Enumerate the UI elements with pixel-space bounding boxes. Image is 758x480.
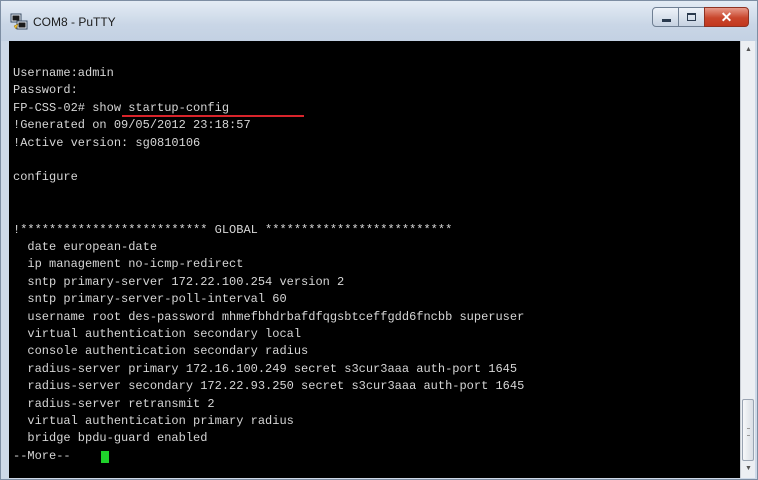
- terminal-output[interactable]: Username:admin Password: FP-CSS-02# show s…: [9, 41, 740, 478]
- minimize-button[interactable]: [652, 7, 679, 27]
- terminal-line: configure: [13, 170, 78, 185]
- window-title: COM8 - PuTTY: [33, 15, 116, 29]
- terminal-line: date european-date: [13, 240, 158, 254]
- terminal-line: radius-server secondary 172.22.93.250 se…: [13, 379, 525, 394]
- terminal-line: Username:admin: [13, 66, 114, 80]
- terminal-cursor: [101, 450, 109, 463]
- terminal-line: bridge bpdu-guard enabled: [13, 431, 208, 446]
- terminal-line: radius-server retransmit 2: [13, 396, 215, 411]
- terminal-line: !Active version: sg0810106: [13, 135, 201, 150]
- terminal-line: console authentication secondary radius: [13, 344, 309, 359]
- maximize-button[interactable]: [678, 7, 705, 27]
- scroll-down-arrow-icon[interactable]: ▼: [741, 462, 756, 476]
- scroll-up-arrow-icon[interactable]: ▲: [741, 43, 756, 57]
- terminal-line: Password:: [13, 83, 78, 98]
- terminal-line: !************************** GLOBAL *****…: [13, 222, 453, 237]
- terminal-line: sntp primary-server 172.22.100.254 versi…: [13, 274, 345, 289]
- maximize-icon: [687, 13, 696, 21]
- title-bar[interactable]: COM8 - PuTTY ✕: [1, 1, 757, 41]
- terminal-line: sntp primary-server-poll-interval 60: [13, 292, 287, 307]
- minimize-icon: [662, 19, 671, 22]
- terminal-line: virtual authentication primary radius: [13, 414, 294, 428]
- putty-app-icon[interactable]: [10, 13, 28, 31]
- grip-icon: [747, 428, 750, 436]
- terminal-line: --More--: [13, 448, 71, 463]
- scrollbar-thumb[interactable]: [742, 399, 754, 461]
- terminal-line: !Generated on 09/05/2012 23:18:57: [13, 118, 251, 133]
- terminal-line: username root des-password mhmefbhdrbafd…: [13, 309, 525, 324]
- command-underline: [122, 114, 304, 117]
- putty-window: COM8 - PuTTY ✕ Username:admin Password: FP…: [0, 0, 758, 480]
- terminal-line: radius-server primary 172.16.100.249 sec…: [13, 361, 518, 376]
- terminal-line: virtual authentication secondary local: [13, 327, 302, 341]
- terminal-line: ip management no-icmp-redirect: [13, 257, 244, 272]
- vertical-scrollbar[interactable]: ▲ ▼: [740, 41, 755, 478]
- close-button[interactable]: ✕: [704, 7, 749, 27]
- close-icon: ✕: [720, 9, 733, 25]
- terminal-line: FP-CSS-02# show startup-config: [13, 100, 230, 115]
